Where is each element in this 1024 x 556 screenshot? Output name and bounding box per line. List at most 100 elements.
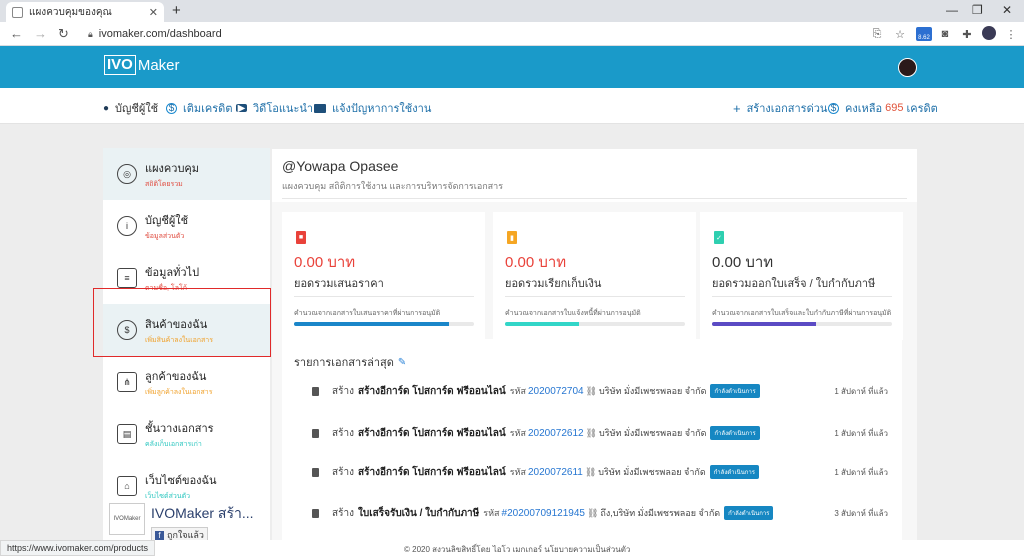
recent-documents-label: รายการเอกสารล่าสุด <box>294 357 394 369</box>
divider <box>282 198 907 199</box>
progress-bar <box>505 322 685 326</box>
recent-documents-title: รายการเอกสารล่าสุด ✎ <box>294 353 406 371</box>
new-tab-button[interactable]: + <box>172 2 181 19</box>
site-header: IVO Maker <box>0 46 1024 88</box>
doc-title[interactable]: สร้างอีการ์ด โปสการ์ด ฟรีออนไลน์ <box>358 465 506 480</box>
doc-code-label: รหัส <box>509 386 526 396</box>
doc-title[interactable]: สร้างอีการ์ด โปสการ์ด ฟรีออนไลน์ <box>358 426 506 441</box>
sub-navigation: ● บัญชีผู้ใช้ $ เติมเครดิต ▶ วิดีโอแนะนำ… <box>0 88 1024 124</box>
card-note: คำนวณจากเอกสารใบเสร็จและใบกำกับภาษีที่ผ่… <box>712 310 892 317</box>
link-icon: ⛓ <box>586 507 599 518</box>
web-user-icon: ⌂ <box>117 476 137 496</box>
nav-report-issue[interactable]: แจ้งปัญหาการใช้งาน <box>314 99 431 117</box>
sidebar-item-sub: คลังเก็บเอกสารเก่า <box>145 440 202 448</box>
sidebar-item-document-shelf[interactable]: ▤ ชั้นวางเอกสาร คลังเก็บเอกสารเก่า <box>103 408 270 460</box>
browser-profile-avatar[interactable] <box>982 26 996 40</box>
list-item[interactable]: สร้าง สร้างอีการ์ด โปสการ์ด ฟรีออนไลน์ ร… <box>282 457 902 487</box>
close-window-icon[interactable]: ✕ <box>1002 3 1012 17</box>
check-document-icon: ✓ <box>714 231 724 244</box>
doc-title[interactable]: สร้างอีการ์ด โปสการ์ด ฟรีออนไลน์ <box>358 384 506 399</box>
doc-code-link[interactable]: #20200709121945 <box>502 508 585 519</box>
video-play-icon: ▶ <box>236 102 247 114</box>
divider <box>712 296 892 297</box>
sidebar-item-account[interactable]: i บัญชีผู้ใช้ ข้อมูลส่วนตัว <box>103 200 270 252</box>
status-badge: กำลังดำเนินการ <box>709 465 760 479</box>
sidebar-item-dashboard[interactable]: ◎ แผงควบคุม สถิติโดยรวม <box>103 148 270 200</box>
credit-balance[interactable]: $ คงเหลือ 695 เครดิต <box>828 99 938 117</box>
doc-code-link[interactable]: 2020072704 <box>528 386 584 397</box>
progress-bar <box>712 322 892 326</box>
address-bar[interactable]: 🔒︎ ivomaker.com/dashboard <box>88 25 858 43</box>
doc-title[interactable]: ใบเสร็จรับเงิน / ใบกำกับภาษี <box>358 506 479 521</box>
edit-icon[interactable]: ✎ <box>398 357 406 368</box>
doc-company: ถึง,บริษัท มั่งมีเพชรพลอย จำกัด <box>600 508 721 518</box>
lock-icon: 🔒︎ <box>88 28 93 39</box>
bookmark-star-icon[interactable]: ☆ <box>893 27 907 41</box>
doc-code-link[interactable]: 2020072611 <box>528 467 583 478</box>
url-text[interactable]: ivomaker.com/dashboard <box>99 28 222 40</box>
browser-tab[interactable]: แผงควบคุมของคุณ ✕ <box>6 2 164 22</box>
facebook-page-widget[interactable]: IVOMaker IVOMaker สร้า... f ถูกใจแล้ว <box>109 503 269 543</box>
doc-code-label: รหัส <box>483 508 500 518</box>
credit-prefix: คงเหลือ <box>845 103 883 115</box>
logo-text: Maker <box>137 56 180 74</box>
tab-close-icon[interactable]: ✕ <box>149 6 158 19</box>
browser-menu-icon[interactable]: ⋮ <box>1004 27 1018 41</box>
link-icon: ⛓ <box>584 466 597 477</box>
credit-value: 695 <box>885 102 904 114</box>
footer-copyright[interactable]: © 2020 สงวนลิขสิทธิ์โดย ไอโว เมกเกอร์ นโ… <box>404 543 630 556</box>
progress-fill <box>505 322 579 326</box>
minimize-icon[interactable]: — <box>946 3 958 17</box>
list-item[interactable]: สร้าง สร้างอีการ์ด โปสการ์ด ฟรีออนไลน์ ร… <box>282 418 902 448</box>
extensions-puzzle-icon[interactable]: ✚ <box>960 27 974 41</box>
fb-page-title[interactable]: IVOMaker สร้า... <box>151 503 254 525</box>
doc-action: สร้าง <box>332 385 354 397</box>
sidebar-item-label: ลูกค้าของฉัน <box>145 370 207 383</box>
plus-icon: + <box>733 100 741 116</box>
page-subtitle: แผงควบคุม สถิติการใช้งาน และการบริหารจัด… <box>282 181 504 191</box>
forward-icon[interactable]: → <box>34 26 47 41</box>
doc-time: 1 สัปดาห์ ที่แล้ว <box>834 467 888 477</box>
file-icon <box>312 428 319 438</box>
divider <box>294 296 474 297</box>
card-amount: 0.00 บาท <box>294 254 356 271</box>
card-label: ยอดรวมเรียกเก็บเงิน <box>505 278 602 290</box>
main-panel: @Yowapa Opasee แผงควบคุม สถิติการใช้งาน … <box>272 149 917 540</box>
divider <box>505 296 685 297</box>
list-item[interactable]: สร้าง สร้างอีการ์ด โปสการ์ด ฟรีออนไลน์ ร… <box>282 376 902 406</box>
list-item[interactable]: สร้าง ใบเสร็จรับเงิน / ใบกำกับภาษี รหัส … <box>282 498 902 528</box>
doc-time: 1 สัปดาห์ ที่แล้ว <box>834 386 888 396</box>
doc-code-link[interactable]: 2020072612 <box>528 428 584 439</box>
doc-code-label: รหัส <box>509 467 526 477</box>
nav-videos-label: วิดีโอแนะนำ <box>253 103 314 115</box>
file-icon <box>312 386 319 396</box>
recent-documents: รายการเอกสารล่าสุด ✎ สร้าง สร้างอีการ์ด … <box>282 339 902 540</box>
back-icon[interactable]: ← <box>10 26 23 41</box>
extension-badge-icon[interactable]: 8.62 <box>916 27 932 41</box>
camera-icon[interactable]: ◙ <box>938 27 952 41</box>
quick-create-button[interactable]: + สร้างเอกสารด่วน <box>733 99 827 117</box>
user-avatar[interactable] <box>898 58 917 77</box>
browser-tab-strip: แผงควบคุมของคุณ ✕ + — ❐ ✕ <box>0 0 1024 22</box>
reload-icon[interactable]: ↻ <box>58 26 69 42</box>
nav-account[interactable]: ● บัญชีผู้ใช้ <box>103 99 158 117</box>
user-info-icon: i <box>117 216 137 236</box>
nav-topup[interactable]: $ เติมเครดิต <box>166 99 232 117</box>
progress-bar <box>294 322 474 326</box>
sidebar-item-sub: เว็บไซต์ส่วนตัว <box>145 492 191 500</box>
ivomaker-logo[interactable]: IVO Maker <box>104 55 180 75</box>
user-icon: ● <box>103 102 110 114</box>
stat-card-receipt: ✓ 0.00 บาท ยอดรวมออกใบเสร็จ / ใบกำกับภาษ… <box>700 212 903 340</box>
card-label: ยอดรวมออกใบเสร็จ / ใบกำกับภาษี <box>712 278 876 290</box>
translate-icon[interactable]: ⎘ <box>870 27 884 41</box>
profile-header: @Yowapa Opasee แผงควบคุม สถิติการใช้งาน … <box>272 149 917 202</box>
nav-videos[interactable]: ▶ วิดีโอแนะนำ <box>236 99 313 117</box>
link-icon: ⛓ <box>585 427 598 438</box>
doc-time: 3 สัปดาห์ ที่แล้ว <box>834 508 888 518</box>
stat-card-quotation: ■ 0.00 บาท ยอดรวมเสนอราคา คำนวณจากเอกสาร… <box>282 212 485 340</box>
maximize-icon[interactable]: ❐ <box>972 3 983 17</box>
sidebar-item-customers[interactable]: ⋔ ลูกค้าของฉัน เพิ่มลูกค้าลงในเอกสาร <box>103 356 270 408</box>
file-icon <box>312 508 319 518</box>
browser-toolbar: ← → ↻ 🔒︎ ivomaker.com/dashboard ⎘ ☆ 8.62… <box>0 22 1024 46</box>
sidebar-item-label: บัญชีผู้ใช้ <box>145 214 189 227</box>
